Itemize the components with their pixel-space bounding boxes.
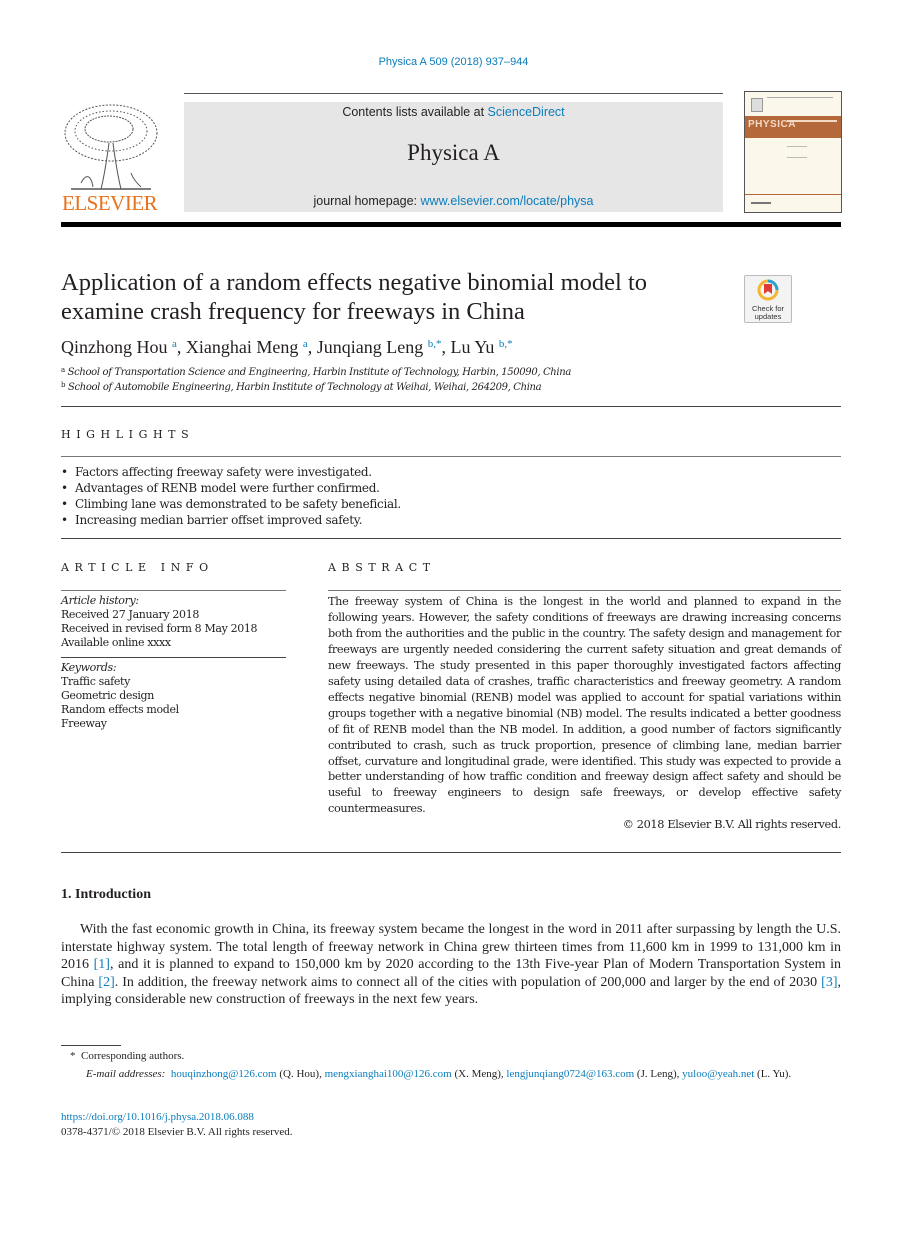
email-link[interactable]: mengxianghai100@126.com bbox=[325, 1068, 452, 1080]
keyword: Traffic safety bbox=[61, 675, 130, 688]
divider bbox=[61, 406, 841, 407]
highlight-item: Advantages of RENB model were further co… bbox=[61, 480, 401, 496]
author-list: Qinzhong Hou a, Xianghai Meng a, Junqian… bbox=[61, 337, 513, 357]
article-info-heading: ARTICLE INFO bbox=[61, 561, 214, 574]
tree-icon bbox=[64, 104, 158, 190]
journal-name: Physica A bbox=[407, 140, 500, 165]
text: (X. Meng), bbox=[451, 1068, 507, 1080]
text: Corresponding authors. bbox=[81, 1050, 185, 1062]
sciencedirect-link[interactable]: ScienceDirect bbox=[488, 105, 565, 119]
cover-bottom-rule bbox=[745, 194, 841, 195]
history-item: Received in revised form 8 May 2018 bbox=[61, 622, 258, 635]
journal-header: Contents lists available at ScienceDirec… bbox=[184, 102, 723, 212]
footnote-rule bbox=[61, 1045, 121, 1046]
cover-logo-icon bbox=[751, 98, 763, 112]
email-link[interactable]: lengjunqiang0724@163.com bbox=[506, 1068, 634, 1080]
divider bbox=[328, 590, 841, 591]
elsevier-wordmark: ELSEVIER bbox=[62, 191, 158, 215]
highlight-item: Climbing lane was demonstrated to be saf… bbox=[61, 496, 401, 512]
article-title: Application of a random effects negative… bbox=[61, 269, 648, 325]
header-top-rule bbox=[184, 93, 723, 94]
author-name: Lu Yu bbox=[450, 337, 495, 357]
email-link[interactable]: houqinzhong@126.com bbox=[171, 1068, 277, 1080]
journal-cover-thumbnail[interactable]: PHYSICA bbox=[744, 91, 842, 213]
divider bbox=[61, 852, 841, 853]
text: (L. Yu). bbox=[754, 1068, 792, 1080]
history-item: Available online xxxx bbox=[61, 636, 171, 649]
highlights-heading: HIGHLIGHTS bbox=[61, 428, 195, 441]
author-affiliation-mark[interactable]: a bbox=[172, 338, 177, 350]
cover-rule bbox=[767, 97, 833, 98]
elsevier-logo[interactable]: ELSEVIER bbox=[61, 103, 161, 215]
doi-link[interactable]: https://doi.org/10.1016/j.physa.2018.06.… bbox=[61, 1111, 841, 1123]
journal-citation[interactable]: Physica A 509 (2018) 937–944 bbox=[0, 56, 907, 68]
divider bbox=[61, 538, 841, 539]
check-updates-icon bbox=[757, 279, 779, 301]
divider bbox=[61, 657, 286, 658]
email-label: E-mail addresses: bbox=[86, 1068, 166, 1080]
keyword: Freeway bbox=[61, 717, 107, 730]
affiliation: a School of Transportation Science and E… bbox=[61, 366, 571, 378]
journal-homepage-link[interactable]: www.elsevier.com/locate/physa bbox=[421, 194, 594, 208]
contents-line: Contents lists available at ScienceDirec… bbox=[342, 105, 565, 119]
history-label: Article history: bbox=[61, 594, 139, 607]
introduction-paragraph: With the fast economic growth in China, … bbox=[61, 921, 841, 1009]
divider bbox=[61, 590, 286, 591]
email-link[interactable]: yuloo@yeah.net bbox=[682, 1068, 754, 1080]
keywords: Keywords: Traffic safety Geometric desig… bbox=[61, 661, 286, 731]
abstract-heading: ABSTRACT bbox=[328, 561, 436, 574]
email-addresses: E-mail addresses: houqinzhong@126.com (Q… bbox=[61, 1066, 841, 1082]
keyword: Random effects model bbox=[61, 703, 179, 716]
star-mark: * bbox=[70, 1050, 76, 1062]
author-affiliation-mark[interactable]: b,* bbox=[499, 338, 513, 350]
abstract-copyright: © 2018 Elsevier B.V. All rights reserved… bbox=[622, 818, 842, 831]
cover-contents-lines bbox=[787, 146, 807, 158]
homepage-line: journal homepage: www.elsevier.com/locat… bbox=[313, 194, 594, 208]
text: . In addition, the freeway network aims … bbox=[114, 974, 822, 990]
cover-band: PHYSICA bbox=[745, 116, 841, 138]
author-name: Xianghai Meng bbox=[185, 337, 299, 357]
badge-label-2: updates bbox=[754, 312, 782, 321]
highlight-item: Increasing median barrier offset improve… bbox=[61, 512, 401, 528]
cover-subtitle-line bbox=[787, 120, 837, 122]
section-heading: 1. Introduction bbox=[61, 887, 151, 902]
highlights-list: Factors affecting freeway safety were in… bbox=[61, 464, 401, 528]
reference-link[interactable]: [3] bbox=[821, 975, 837, 990]
author-affiliation-mark[interactable]: b,* bbox=[428, 338, 442, 350]
affiliation-text: School of Automobile Engineering, Harbin… bbox=[67, 382, 542, 393]
highlight-item: Factors affecting freeway safety were in… bbox=[61, 464, 401, 480]
history-item: Received 27 January 2018 bbox=[61, 608, 199, 621]
affiliation: b School of Automobile Engineering, Harb… bbox=[61, 381, 542, 393]
text: (J. Leng), bbox=[634, 1068, 683, 1080]
issn-copyright: 0378-4371/© 2018 Elsevier B.V. All right… bbox=[61, 1126, 293, 1138]
corresponding-note: * Corresponding authors. bbox=[70, 1050, 850, 1062]
author-name: Qinzhong Hou bbox=[61, 337, 168, 357]
header-thick-rule bbox=[61, 222, 841, 227]
keyword: Geometric design bbox=[61, 689, 154, 702]
affiliation-mark: b bbox=[61, 381, 66, 389]
affiliation-text: School of Transportation Science and Eng… bbox=[67, 367, 572, 378]
keywords-label: Keywords: bbox=[61, 661, 117, 674]
check-for-updates-button[interactable]: Check for updates bbox=[744, 275, 792, 323]
abstract-text: The freeway system of China is the longe… bbox=[328, 595, 841, 816]
reference-link[interactable]: [2] bbox=[98, 975, 114, 990]
reference-link[interactable]: [1] bbox=[94, 957, 110, 972]
text: (Q. Hou), bbox=[276, 1068, 325, 1080]
affiliation-mark: a bbox=[61, 366, 65, 374]
cover-footer-mark bbox=[751, 202, 771, 204]
divider bbox=[61, 456, 841, 457]
author-name: Junqiang Leng bbox=[316, 337, 424, 357]
author-affiliation-mark[interactable]: a bbox=[303, 338, 308, 350]
article-history: Article history: Received 27 January 201… bbox=[61, 594, 286, 650]
